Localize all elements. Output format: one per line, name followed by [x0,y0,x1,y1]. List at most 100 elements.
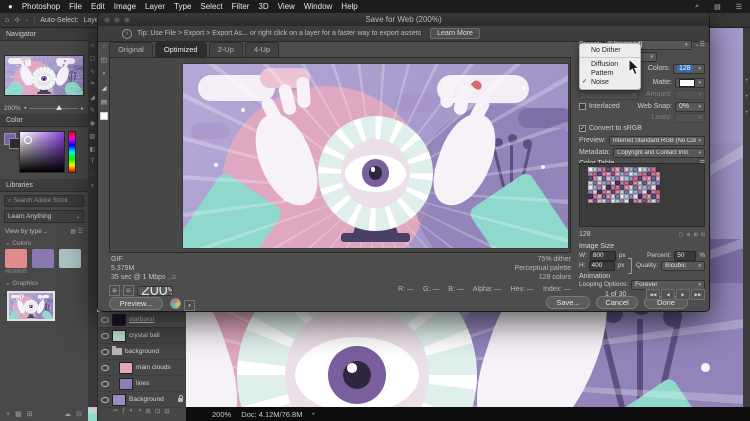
learn-more-button[interactable]: Learn More [430,28,480,39]
type-tool-icon[interactable]: T [91,159,95,165]
layer-fx-icon[interactable]: ƒ [122,407,126,414]
layer-row-background[interactable]: background [98,344,186,360]
zoom-window-icon[interactable] [124,17,130,23]
menu-item-type[interactable]: Type [174,2,191,11]
colors-group-label[interactable]: ⌄ Colors [0,236,88,249]
browser-select-chevron-icon[interactable]: ▾ [184,300,195,311]
layer-mask-icon[interactable]: ◐ [130,407,134,414]
web-snap-dropdown[interactable]: 0%▾ [675,102,705,112]
lock-swatch-icon[interactable]: ⊘ [686,232,690,238]
navigator-panel-header[interactable]: Navigator [0,28,88,41]
grid-icon[interactable]: ▦ [15,410,22,418]
menu-item-layer[interactable]: Layer [145,2,165,11]
workspace-icon[interactable]: ▤ [714,3,721,11]
layer-delete-icon[interactable]: ⊟ [164,407,169,415]
snap-swatch-icon[interactable]: ▢ [679,232,684,238]
first-frame-button[interactable]: ◀◀ [646,289,660,300]
grid-view-icon[interactable]: ▦ ☰ [70,228,83,235]
zoom-tool-icon[interactable]: ⌕ [91,183,94,190]
folder-icon[interactable]: ⊞ [27,410,33,418]
gradient-tool-icon[interactable]: ◧ [90,146,96,153]
menu-item-file[interactable]: File [69,2,82,11]
sfw-slice-tool-icon[interactable]: ◫ [101,56,107,64]
looping-dropdown[interactable]: Forever▾ [631,280,705,290]
hue-strip[interactable] [68,131,76,173]
color-panel-header[interactable]: Color [0,114,88,127]
eyedropper-tool-icon[interactable]: ◢ [90,94,95,101]
visibility-eye-icon[interactable] [101,365,109,371]
navigator-thumbnail[interactable] [4,55,84,96]
previous-frame-button[interactable]: ◀ [661,289,675,300]
width-input[interactable]: 800 [590,251,616,261]
graphics-group-label[interactable]: ⌄ Graphics [0,276,88,289]
tab-original[interactable]: Original [109,42,153,57]
sfw-toggle-tool-icon[interactable]: ▤ [101,98,107,106]
sfw-zoom-tool-icon[interactable]: ⌕ [102,70,106,78]
layer-adjust-icon[interactable]: ◑ [137,407,141,414]
eraser-tool-icon[interactable]: ▨ [90,133,96,140]
tab-2-up[interactable]: 2-Up [209,42,243,57]
play-button[interactable]: ▶ [676,289,690,300]
quality-dropdown[interactable]: Bicubic▾ [661,261,705,271]
panel-menu-icon[interactable]: ⌄☰ [695,41,705,48]
speed-menu-icon[interactable]: ⌄☰ [168,275,177,281]
lasso-tool-icon[interactable]: ∿ [90,68,95,75]
matte-dropdown[interactable]: ▾ [675,78,705,88]
layer-link-icon[interactable]: ∞ [113,407,118,414]
menu-item-edit[interactable]: Edit [91,2,105,11]
hand-tool-icon[interactable]: ⊞ [109,285,120,296]
library-color-swatch[interactable] [59,249,81,268]
layer-name[interactable]: starburst [129,316,154,323]
layer-new-icon[interactable]: ⊡ [155,407,160,415]
navigator-zoom-slider[interactable] [29,108,78,109]
tab-4-up[interactable]: 4-Up [245,42,279,57]
visibility-eye-icon[interactable] [101,349,109,355]
preview-in-browser-button[interactable]: Preview... [109,297,163,310]
clone-tool-icon[interactable]: ◉ [90,120,95,127]
crop-tool-icon[interactable]: ⌗ [91,81,94,88]
menu-item-select[interactable]: Select [200,2,222,11]
layer-name[interactable]: background [125,348,159,355]
height-input[interactable]: 400 [589,261,615,271]
marquee-tool-icon[interactable]: ▢ [90,55,96,62]
colors-dropdown[interactable]: 128 ▾ [673,64,705,74]
menu-item-window[interactable]: Window [304,2,332,11]
color-swatch[interactable] [656,199,661,204]
menu-item-image[interactable]: Image [114,2,136,11]
apple-menu-icon[interactable]: ● [8,2,13,11]
browser-icon[interactable] [170,298,181,309]
statusbar-chevron-icon[interactable]: ▸ [312,411,315,417]
layer-row-starburst[interactable]: starburst [98,312,186,328]
layer-row-main-clouds[interactable]: main clouds [98,360,186,376]
statusbar-zoom[interactable]: 200% [212,410,231,419]
fit-view-icon[interactable]: ⊟ [123,285,134,296]
color-table[interactable] [579,163,705,227]
color-picker-ring[interactable] [24,136,32,144]
library-color-swatch[interactable] [32,249,54,268]
layer-row-lines[interactable]: lines [98,376,186,392]
search-icon[interactable]: ⌕ [695,3,699,11]
hand-tool-icon[interactable]: ◌ [91,171,95,177]
expand-icon[interactable]: + [745,94,749,100]
library-search-input[interactable]: ⌕ Search Adobe Stock [4,195,84,207]
menu-icon[interactable]: ☰ [736,3,742,11]
learn-anything-row[interactable]: Learn Anything ⌄ [4,210,84,223]
layer-group-icon[interactable]: ⊞ [145,407,150,415]
expand-icon[interactable]: + [745,110,749,116]
sync-icon[interactable]: ☁ [64,410,71,418]
library-color-swatch[interactable] [5,249,27,268]
preview-profile-dropdown[interactable]: Internet Standard RGB (No Color Mana...▾ [609,136,705,146]
visibility-eye-icon[interactable] [101,381,109,387]
brush-tool-icon[interactable]: ✎ [90,107,95,114]
layer-name[interactable]: lines [136,380,149,387]
add-icon[interactable]: + [6,411,10,418]
next-frame-button[interactable]: ▶▶ [691,289,705,300]
delete-swatch-icon[interactable]: ⊟ [701,232,705,238]
visibility-eye-icon[interactable] [101,317,109,323]
zoom-out-icon[interactable]: ◂ [24,105,27,111]
tool-preset-chevron-icon[interactable]: ⌄ [25,17,29,23]
menu-item-view[interactable]: View [278,2,295,11]
close-window-icon[interactable] [104,17,110,23]
move-tool-icon[interactable]: ⊹ [90,42,95,49]
sfw-eyedropper-swatch[interactable] [100,112,108,120]
